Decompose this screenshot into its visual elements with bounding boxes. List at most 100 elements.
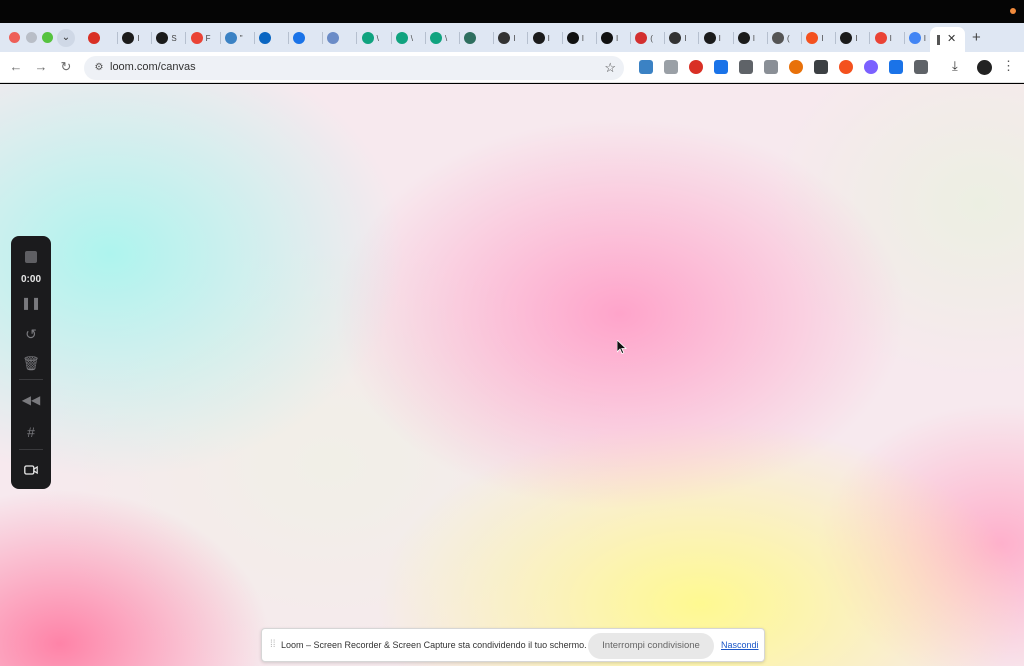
globe-icon	[772, 32, 784, 44]
back-arrow-icon[interactable]: ←	[8, 59, 24, 75]
extension-ring-icon[interactable]	[864, 60, 878, 74]
window-maximize-button[interactable]	[42, 32, 53, 43]
compass-icon	[293, 32, 306, 44]
extension-camera-icon[interactable]	[664, 60, 678, 74]
restart-icon[interactable]: ↺	[11, 326, 51, 343]
avatar-icon	[737, 32, 750, 44]
avatar-icon	[840, 32, 853, 44]
recording-timer: 0:00	[20, 274, 41, 285]
tab-title: (	[787, 33, 790, 43]
extension-download-icon[interactable]	[639, 60, 653, 74]
drag-handle-icon[interactable]: ⁞⁞	[270, 639, 276, 650]
pause-icon[interactable]: ❚❚	[11, 296, 51, 310]
tab[interactable]: \	[358, 28, 392, 48]
extensions-puzzle-icon[interactable]	[914, 60, 928, 74]
tab[interactable]: I	[836, 28, 871, 48]
grid-hash-icon[interactable]: #	[11, 424, 51, 440]
extension-blue-square-icon[interactable]	[714, 60, 728, 74]
notion-icon	[601, 32, 613, 44]
tab-strip: ⌄ I S F " \ \ \ I I I I (I I I (I I I I ✕ +	[0, 23, 1024, 52]
drawing-tool-icon[interactable]: ◀◀	[11, 393, 51, 407]
loom-canvas: 0:00 ❚❚ ↺ 🗑 ◀◀ #	[0, 84, 1024, 666]
os-top-bar	[0, 0, 1024, 23]
tab-title: \	[410, 33, 414, 43]
window-close-button[interactable]	[9, 32, 20, 43]
site-info-icon[interactable]: ⚙	[92, 61, 106, 75]
tab[interactable]: I	[563, 28, 597, 48]
tab[interactable]: "	[221, 28, 255, 48]
extension-image-icon[interactable]	[739, 60, 753, 74]
orange-app-icon	[806, 32, 819, 44]
tab[interactable]: S	[152, 28, 187, 48]
docs-icon	[908, 32, 921, 44]
bookmark-star-icon[interactable]: ☆	[604, 60, 616, 76]
tab-title: I	[821, 33, 824, 43]
tab[interactable]: I	[700, 28, 734, 48]
panel-divider	[19, 379, 43, 380]
extension-tag-icon[interactable]	[889, 60, 903, 74]
tab[interactable]: I	[118, 28, 153, 48]
extension-burst-icon[interactable]	[839, 60, 853, 74]
hide-link[interactable]: Nascondi	[721, 640, 759, 650]
tab[interactable]: I	[665, 28, 700, 48]
extension-gallery-icon[interactable]	[764, 60, 778, 74]
tab[interactable]: I	[871, 28, 905, 48]
stop-sharing-button[interactable]: Interrompi condivisione	[588, 633, 714, 659]
tab[interactable]: I	[597, 28, 631, 48]
browser-toolbar: ← → ↻ ⚙ loom.com/canvas ☆ ⤓ ⋮	[0, 52, 1024, 83]
avatar-icon	[532, 32, 545, 44]
downloads-icon[interactable]: ⤓	[952, 58, 958, 74]
active-tab-favicon-icon	[937, 35, 940, 45]
tab-title: "	[239, 33, 243, 43]
delete-trash-icon[interactable]: 🗑	[11, 355, 51, 372]
new-tab-button[interactable]: +	[972, 29, 981, 46]
tab-title: (	[650, 33, 653, 43]
browser-menu-icon[interactable]: ⋮	[1002, 58, 1015, 74]
tab[interactable]: F	[187, 28, 221, 48]
tab[interactable]: (	[631, 28, 666, 48]
tab[interactable]	[460, 28, 495, 48]
extension-crop-icon[interactable]	[814, 60, 828, 74]
tab[interactable]: I	[494, 28, 529, 48]
linkedin-icon	[259, 32, 271, 44]
chatgpt-icon	[395, 32, 408, 44]
extension-pokeball-icon[interactable]	[689, 60, 703, 74]
tab[interactable]: I	[529, 28, 563, 48]
window-minimize-button[interactable]	[26, 32, 37, 43]
tab[interactable]	[323, 28, 358, 48]
tab[interactable]	[84, 28, 118, 48]
forward-arrow-icon[interactable]: →	[33, 59, 49, 75]
tab[interactable]: \	[392, 28, 426, 48]
tab-title: I	[137, 33, 140, 43]
tab[interactable]: I	[802, 28, 837, 48]
tab[interactable]	[255, 28, 289, 48]
avatar-icon	[122, 32, 135, 44]
tab[interactable]: I	[734, 28, 768, 48]
close-tab-icon[interactable]: ✕	[947, 32, 956, 45]
tab-title: I	[889, 33, 892, 43]
tab-title: \	[376, 33, 379, 43]
tab-title: I	[684, 33, 687, 43]
address-bar[interactable]: ⚙ loom.com/canvas ☆	[84, 56, 624, 80]
tab-title: I	[855, 33, 858, 43]
avatar-icon	[156, 32, 169, 44]
tab[interactable]: (	[768, 28, 802, 48]
avatar-icon	[703, 32, 716, 44]
sk-icon	[635, 32, 648, 44]
gmail-icon	[874, 32, 887, 44]
tab-search-chevron-icon[interactable]: ⌄	[57, 29, 75, 47]
reload-icon[interactable]: ↻	[58, 59, 74, 75]
tab-active[interactable]: ✕	[930, 27, 965, 52]
screen-sharing-bar: ⁞⁞ Loom – Screen Recorder & Screen Captu…	[261, 628, 765, 662]
gmail-icon	[190, 32, 203, 44]
url-text[interactable]: loom.com/canvas	[110, 61, 196, 73]
camera-icon[interactable]	[11, 462, 51, 478]
tab[interactable]	[289, 28, 324, 48]
extension-orange-icon[interactable]	[789, 60, 803, 74]
tab-title: I	[752, 33, 756, 43]
panel-divider	[19, 449, 43, 450]
cloud-icon	[224, 32, 237, 44]
tab[interactable]: \	[426, 28, 460, 48]
stop-recording-button[interactable]	[11, 250, 51, 266]
profile-avatar[interactable]	[977, 60, 992, 75]
